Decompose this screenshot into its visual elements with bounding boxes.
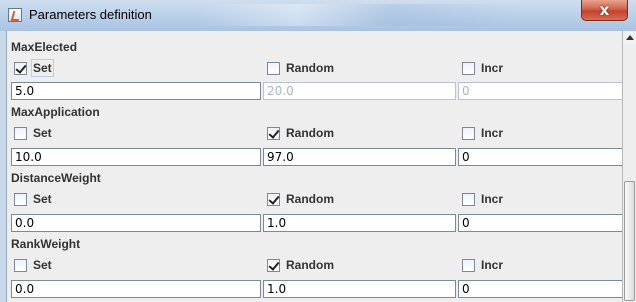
set-value-field[interactable]: 0.0 bbox=[11, 280, 261, 298]
set-label: Set bbox=[33, 126, 52, 140]
set-label: Set bbox=[31, 59, 54, 77]
incr-checkbox[interactable]: Incr bbox=[462, 59, 503, 77]
incr-value-field[interactable]: 0 bbox=[458, 148, 623, 166]
checkbox-checked-icon bbox=[14, 61, 27, 75]
checkbox-unchecked-icon bbox=[462, 126, 475, 140]
random-value-field[interactable]: 1.0 bbox=[263, 280, 456, 298]
random-label: Random bbox=[286, 61, 334, 75]
vertical-scrollbar[interactable] bbox=[622, 31, 636, 302]
checkbox-unchecked-icon bbox=[462, 258, 475, 272]
incr-label: Incr bbox=[481, 61, 504, 75]
incr-label: Incr bbox=[481, 126, 504, 140]
incr-checkbox[interactable]: Incr bbox=[462, 256, 503, 274]
random-checkbox[interactable]: Random bbox=[267, 190, 334, 208]
section-title-maxelected: MaxElected bbox=[11, 40, 78, 54]
scroll-thumb[interactable] bbox=[624, 181, 635, 301]
close-icon: x bbox=[599, 1, 610, 19]
incr-checkbox[interactable]: Incr bbox=[462, 190, 503, 208]
title-bar[interactable]: Parameters definition x bbox=[0, 0, 636, 32]
set-value-field[interactable]: 0.0 bbox=[11, 214, 261, 232]
checkbox-checked-icon bbox=[267, 192, 280, 206]
incr-checkbox[interactable]: Incr bbox=[462, 124, 503, 142]
set-value-field[interactable]: 5.0 bbox=[11, 82, 261, 100]
random-checkbox[interactable]: Random bbox=[267, 59, 334, 77]
scroll-up-arrow-icon[interactable] bbox=[623, 31, 636, 45]
java-app-icon bbox=[8, 8, 22, 22]
incr-value-field[interactable]: 0 bbox=[458, 280, 623, 298]
set-checkbox[interactable]: Set bbox=[14, 124, 52, 142]
incr-value-field[interactable]: 0 bbox=[458, 214, 623, 232]
checkbox-checked-icon bbox=[267, 258, 280, 272]
random-value-field[interactable]: 97.0 bbox=[263, 148, 456, 166]
section-title-distanceweight: DistanceWeight bbox=[11, 171, 101, 185]
set-label: Set bbox=[33, 192, 52, 206]
checkbox-unchecked-icon bbox=[14, 192, 27, 206]
set-label: Set bbox=[33, 258, 52, 272]
set-checkbox[interactable]: Set bbox=[14, 256, 52, 274]
checkbox-unchecked-icon bbox=[267, 61, 280, 75]
section-title-maxapplication: MaxApplication bbox=[11, 105, 100, 119]
incr-label: Incr bbox=[481, 192, 504, 206]
close-button[interactable]: x bbox=[581, 0, 628, 21]
checkbox-unchecked-icon bbox=[462, 61, 475, 75]
checkbox-unchecked-icon bbox=[14, 258, 27, 272]
checkbox-unchecked-icon bbox=[14, 126, 27, 140]
random-value-field[interactable]: 1.0 bbox=[263, 214, 456, 232]
window-title: Parameters definition bbox=[29, 7, 152, 22]
random-value-field[interactable]: 20.0 bbox=[263, 82, 456, 100]
random-label: Random bbox=[286, 258, 334, 272]
set-value-field[interactable]: 10.0 bbox=[11, 148, 261, 166]
set-checkbox[interactable]: Set bbox=[14, 190, 52, 208]
set-checkbox[interactable]: Set bbox=[14, 59, 54, 77]
random-label: Random bbox=[286, 126, 334, 140]
random-label: Random bbox=[286, 192, 334, 206]
section-title-rankweight: RankWeight bbox=[11, 237, 81, 251]
parameters-panel: MaxElected Set Random Incr 5.0 20.0 0 Ma… bbox=[6, 31, 623, 302]
random-checkbox[interactable]: Random bbox=[267, 256, 334, 274]
checkbox-unchecked-icon bbox=[462, 192, 475, 206]
incr-value-field[interactable]: 0 bbox=[458, 82, 623, 100]
random-checkbox[interactable]: Random bbox=[267, 124, 334, 142]
checkbox-checked-icon bbox=[267, 126, 280, 140]
incr-label: Incr bbox=[481, 258, 504, 272]
title-bar-glass bbox=[200, 4, 520, 26]
